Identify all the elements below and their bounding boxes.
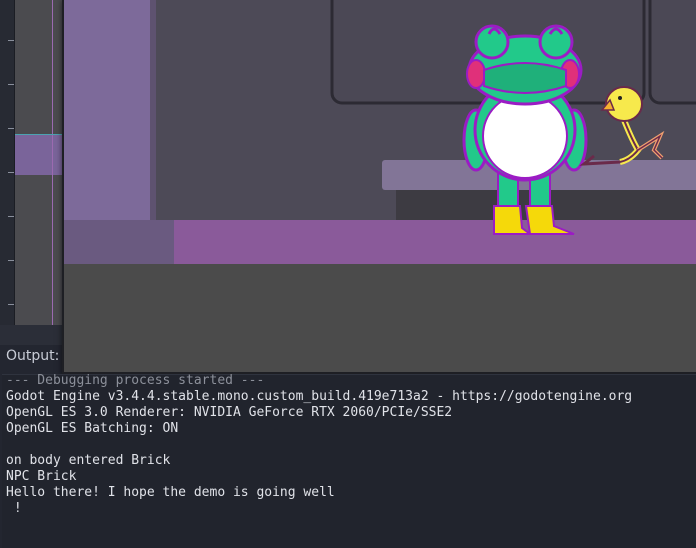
editor-floor-preview [15,135,62,175]
ruler-tick [8,304,14,305]
editor-guide-vertical [52,0,53,325]
log-line: on body entered Brick [6,453,171,468]
ruler-tick [8,128,14,129]
ruler-tick [8,40,14,41]
editor-guide-horizontal [15,134,62,135]
log-line: Godot Engine v3.4.4.stable.mono.custom_b… [6,389,633,404]
output-panel-title: Output: [6,348,60,364]
game-ground [64,264,696,372]
floor-shadow [64,220,174,264]
game-viewport[interactable] [64,0,696,372]
ruler-tick [8,84,14,85]
ruler-tick [8,216,14,217]
vertical-ruler [0,0,15,330]
log-line: ! [6,501,22,516]
ruler-tick [8,260,14,261]
ruler-tick [8,172,14,173]
window-frame [648,0,696,105]
log-line: OpenGL ES Batching: ON [6,421,179,436]
game-wall-edge [150,0,156,220]
output-log[interactable]: --- Debugging process started --- Godot … [2,373,696,548]
floor [174,220,696,264]
log-line: Hello there! I hope the demo is going we… [6,485,335,500]
game-window[interactable] [62,0,696,374]
log-line: OpenGL ES 3.0 Renderer: NVIDIA GeForce R… [6,405,453,420]
log-line: --- Debugging process started --- [6,373,265,388]
log-line: NPC Brick [6,469,77,484]
game-wall-left [64,0,150,220]
